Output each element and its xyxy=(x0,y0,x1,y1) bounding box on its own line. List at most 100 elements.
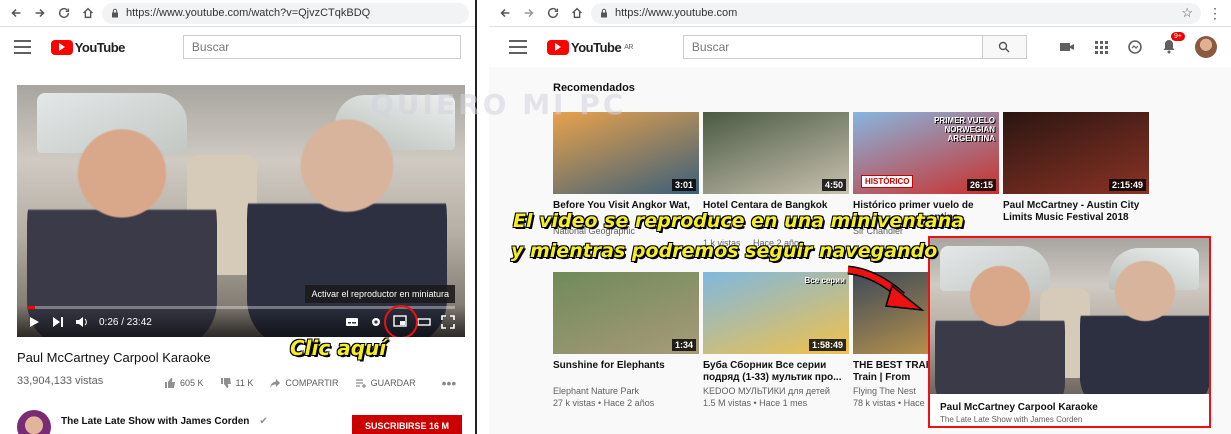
thumbnail-overlay-text: PRIMER VUELO NORWEGIAN ARGENTINA xyxy=(934,116,995,143)
youtube-header: YouTube Buscar xyxy=(0,27,475,67)
reload-icon[interactable] xyxy=(543,3,563,23)
account-avatar[interactable] xyxy=(1195,36,1217,58)
next-icon[interactable] xyxy=(51,315,65,329)
video-card-stats: 27 k vistas • Hace 2 años xyxy=(553,398,655,408)
more-actions-icon[interactable]: ••• xyxy=(442,375,457,391)
messages-icon[interactable] xyxy=(1127,39,1143,55)
save-button[interactable]: GUARDAR xyxy=(355,377,416,389)
channel-name[interactable]: The Late Late Show with James Corden xyxy=(61,416,249,427)
thumbs-up-icon xyxy=(165,378,175,388)
menu-icon[interactable] xyxy=(14,40,31,54)
video-thumbnail[interactable]: 4:50 xyxy=(703,112,849,194)
player-controls: 0:26 / 23:42 xyxy=(27,304,455,337)
play-icon[interactable] xyxy=(27,315,41,329)
like-button[interactable]: 605 K xyxy=(164,377,204,389)
video-duration: 1:58:49 xyxy=(808,339,846,351)
thumbnail-tag: HISTÓRICO xyxy=(861,175,914,188)
miniplayer-title: Paul McCartney Carpool Karaoke xyxy=(940,402,1098,413)
settings-gear-icon[interactable] xyxy=(369,315,383,329)
lock-icon xyxy=(601,8,607,18)
back-arrow-icon[interactable] xyxy=(495,3,515,23)
back-arrow-icon[interactable] xyxy=(6,3,26,23)
video-card-title[interactable]: Буба Сборник Все серии подряд (1-33) мул… xyxy=(703,360,849,384)
highlight-circle xyxy=(384,304,418,337)
address-url: https://www.youtube.com xyxy=(615,7,738,19)
video-duration: 2:15:49 xyxy=(1108,179,1146,191)
theater-mode-icon[interactable] xyxy=(417,315,431,329)
youtube-header: YouTube AR Buscar 9+ xyxy=(489,27,1231,67)
lock-icon xyxy=(112,8,118,18)
dislike-button[interactable]: 11 K xyxy=(220,377,253,389)
youtube-logo[interactable]: YouTube xyxy=(50,39,125,55)
video-thumbnail[interactable]: Все серии 1:58:49 xyxy=(703,272,849,354)
verified-icon: ✔ xyxy=(259,415,268,427)
callout-line-1: El video se reproduce en una miniventana xyxy=(513,210,965,232)
miniplayer-channel: The Late Late Show with James Corden xyxy=(940,415,1083,424)
menu-icon[interactable] xyxy=(509,40,527,54)
video-card-title[interactable]: Paul McCartney - Austin City Limits Musi… xyxy=(1003,200,1149,224)
volume-icon[interactable] xyxy=(75,315,89,329)
share-button[interactable]: COMPARTIR xyxy=(269,377,339,389)
header-icons: 9+ xyxy=(1059,31,1217,58)
search-input[interactable]: Buscar xyxy=(682,35,983,59)
reload-icon[interactable] xyxy=(54,3,74,23)
section-title: Recomendados xyxy=(553,82,635,94)
video-title: Paul McCartney Carpool Karaoke xyxy=(17,350,211,365)
video-duration: 26:15 xyxy=(966,179,996,191)
miniplayer[interactable]: Paul McCartney Carpool Karaoke The Late … xyxy=(928,236,1211,428)
video-duration: 3:01 xyxy=(671,179,696,191)
search-input[interactable]: Buscar xyxy=(182,35,461,59)
fullscreen-icon[interactable] xyxy=(441,315,455,329)
video-card-stats: 1.5 M vistas • Hace 1 mes xyxy=(703,398,808,408)
video-card-channel[interactable]: KEDOO МУЛЬТИКИ для детей xyxy=(703,386,849,397)
bookmark-star-icon[interactable]: ☆ xyxy=(1181,5,1193,21)
home-icon[interactable] xyxy=(78,3,98,23)
apps-grid-icon[interactable] xyxy=(1093,39,1109,55)
progress-fill xyxy=(27,306,35,309)
subtitles-icon[interactable] xyxy=(345,315,359,329)
youtube-logo[interactable]: YouTube AR xyxy=(547,39,633,55)
video-thumbnail[interactable]: 3:01 xyxy=(553,112,699,194)
home-icon[interactable] xyxy=(567,3,587,23)
video-camera-icon[interactable] xyxy=(1059,39,1075,55)
video-duration: 1:34 xyxy=(671,339,696,351)
video-card-channel[interactable]: Elephant Nature Park xyxy=(553,386,699,397)
address-bar[interactable]: https://www.youtube.com ☆ xyxy=(591,2,1201,24)
window-divider xyxy=(475,0,489,434)
region-code: AR xyxy=(624,43,633,51)
pointer-arrow-icon xyxy=(847,265,925,312)
thumbnail-overlay-text: Все серии xyxy=(804,276,845,285)
notifications-button[interactable]: 9+ xyxy=(1161,31,1185,57)
video-thumbnail[interactable]: 2:15:49 xyxy=(1003,112,1149,194)
channel-avatar[interactable] xyxy=(17,410,51,434)
miniplayer-tooltip: Activar el reproductor en miniatura xyxy=(305,285,455,303)
playlist-add-icon xyxy=(355,379,366,388)
video-player[interactable]: Activar el reproductor en miniatura 0:26… xyxy=(17,85,465,337)
left-browser-window: https://www.youtube.com/watch?v=QjvzCTqk… xyxy=(0,0,475,434)
channel-row: The Late Late Show with James Corden ✔ xyxy=(17,410,268,434)
video-actions: 605 K 11 K COMPARTIR GUARDAR ••• xyxy=(164,375,456,391)
video-card-title[interactable]: Sunshine for Elephants xyxy=(553,360,699,372)
forward-arrow-icon[interactable] xyxy=(519,3,539,23)
video-thumbnail[interactable]: PRIMER VUELO NORWEGIAN ARGENTINA HISTÓRIC… xyxy=(853,112,999,194)
right-browser-toolbar: https://www.youtube.com ☆ ⋮ xyxy=(489,0,1231,27)
video-thumbnail[interactable]: 1:34 xyxy=(553,272,699,354)
time-display: 0:26 / 23:42 xyxy=(99,316,152,328)
search-icon xyxy=(999,41,1010,53)
miniplayer-video xyxy=(930,238,1209,394)
youtube-play-icon xyxy=(547,39,569,55)
left-browser-toolbar: https://www.youtube.com/watch?v=QjvzCTqk… xyxy=(0,0,475,27)
address-bar[interactable]: https://www.youtube.com/watch?v=QjvzCTqk… xyxy=(102,2,469,24)
browser-menu-icon[interactable]: ⋮ xyxy=(1205,3,1225,23)
forward-arrow-icon[interactable] xyxy=(30,3,50,23)
thumbs-down-icon xyxy=(220,378,231,388)
notification-badge: 9+ xyxy=(1171,31,1185,41)
miniplayer-button[interactable] xyxy=(384,304,418,337)
subscribe-button[interactable]: SUSCRIBIRSE 16 M xyxy=(352,415,462,434)
search-button[interactable] xyxy=(982,35,1027,59)
view-count: 33,904,133 vistas xyxy=(17,375,104,387)
address-url: https://www.youtube.com/watch?v=QjvzCTqk… xyxy=(126,7,371,19)
right-browser-window: https://www.youtube.com ☆ ⋮ YouTube AR B… xyxy=(489,0,1231,434)
callout-line-2: y mientras podremos seguir navegando xyxy=(511,240,938,262)
youtube-play-icon xyxy=(50,39,73,55)
